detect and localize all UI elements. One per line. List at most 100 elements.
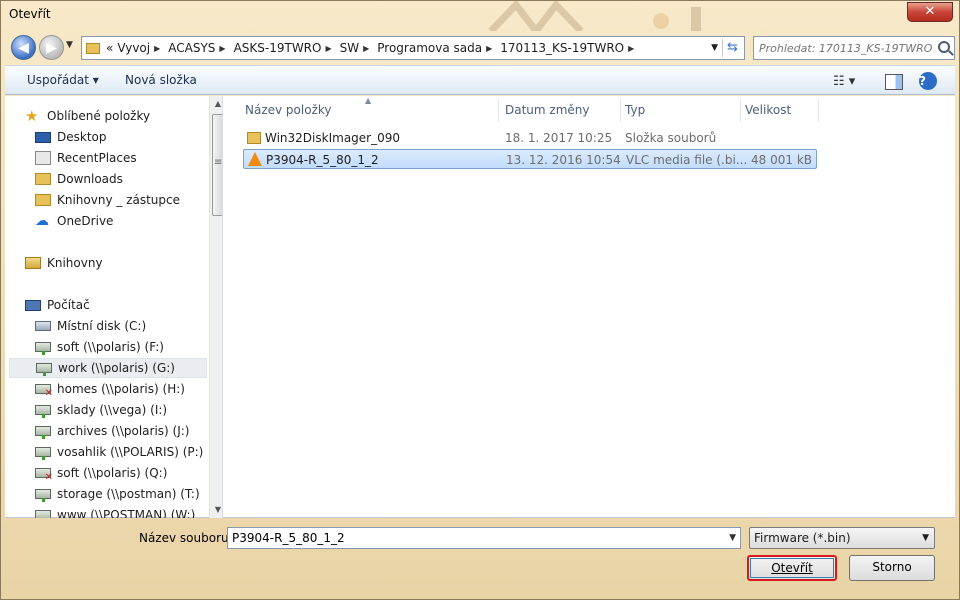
chevron-right-icon[interactable]: ▶ (363, 44, 369, 53)
refresh-icon: ⇆ (727, 40, 738, 55)
arrow-left-icon: ◀ (18, 39, 29, 56)
nav-drive-h[interactable]: homes (\\polaris) (H:) (35, 379, 222, 399)
search-input[interactable] (754, 37, 934, 59)
logo-watermark (488, 1, 701, 31)
computer-icon (25, 299, 41, 311)
breadcrumb-item[interactable]: Vyvoj (117, 41, 150, 55)
breadcrumb-overflow[interactable]: « (106, 41, 113, 55)
cancel-button[interactable]: Storno (849, 555, 935, 581)
disconnected-drive-icon (35, 468, 53, 483)
main-content: ★ Oblíbené položky Desktop RecentPlaces D… (5, 96, 955, 518)
scroll-down-icon[interactable]: ▼ (210, 502, 222, 518)
title-bar: Otevřít ✕ (1, 1, 959, 31)
network-drive-icon (36, 363, 52, 376)
column-size[interactable]: Velikost (741, 98, 819, 122)
arrow-right-icon: ▶ (46, 39, 57, 56)
file-row[interactable]: P3904-R_5_80_1_2 13. 12. 2016 10:54 VLC … (243, 149, 817, 169)
navigation-pane: ★ Oblíbené položky Desktop RecentPlaces D… (5, 96, 223, 518)
column-name[interactable]: ▲ Název položky (241, 96, 499, 122)
nav-label: Místní disk (C:) (57, 319, 147, 333)
file-type-select[interactable]: Firmware (*.bin) ▼ (749, 527, 935, 549)
nav-label: archives (\\polaris) (J:) (57, 424, 190, 438)
cloud-icon: ☁ (35, 213, 49, 229)
recent-places-icon (35, 151, 51, 165)
disconnected-drive-icon (35, 384, 53, 399)
chevron-right-icon[interactable]: ▶ (628, 44, 634, 53)
nav-drive-j[interactable]: archives (\\polaris) (J:) (35, 421, 222, 441)
dialog-footer: Název souboru: ▼ Firmware (*.bin) ▼ Otev… (5, 519, 955, 597)
forward-button[interactable]: ▶ (39, 35, 64, 60)
column-label: Velikost (745, 103, 792, 117)
help-icon[interactable]: ? (919, 72, 937, 90)
column-label: Typ (625, 103, 646, 117)
new-folder-button[interactable]: Nová složka (125, 73, 197, 87)
nav-label: Downloads (57, 172, 123, 186)
refresh-button[interactable]: ⇆ (722, 39, 742, 57)
organize-button[interactable]: Uspořádat ▾ (27, 73, 99, 87)
close-button[interactable]: ✕ (907, 2, 953, 22)
preview-pane-icon[interactable] (885, 74, 903, 90)
column-date[interactable]: Datum změny (501, 98, 621, 122)
nav-drive-g[interactable]: work (\\polaris) (G:) (9, 358, 207, 378)
file-row[interactable]: Win32DiskImager_090 18. 1. 2017 10:25 Sl… (243, 128, 817, 148)
nav-label: work (\\polaris) (G:) (58, 361, 175, 375)
vlc-icon (248, 152, 262, 166)
nav-favorites[interactable]: ★ Oblíbené položky (25, 106, 222, 126)
nav-drive-f[interactable]: soft (\\polaris) (F:) (35, 337, 222, 357)
nav-label: Knihovny (47, 256, 103, 270)
change-view-button[interactable]: ☷ ▾ (833, 71, 873, 91)
nav-label: homes (\\polaris) (H:) (57, 382, 185, 396)
nav-computer[interactable]: Počítač (25, 295, 222, 315)
chevron-right-icon[interactable]: ▶ (219, 44, 225, 53)
address-dropdown[interactable]: ▼ (711, 43, 718, 53)
nav-drive-i[interactable]: sklady (\\vega) (I:) (35, 400, 222, 420)
breadcrumb-item[interactable]: 170113_KS-19TWRO (500, 41, 624, 55)
nav-label: OneDrive (57, 214, 114, 228)
scroll-thumb[interactable] (212, 114, 222, 216)
nav-recentplaces[interactable]: RecentPlaces (35, 148, 222, 168)
desktop-icon (35, 131, 51, 143)
search-icon[interactable] (938, 41, 950, 53)
address-bar[interactable]: « Vyvoj ▶ ACASYS ▶ ASKS-19TWRO ▶ SW ▶ Progra… (81, 36, 745, 60)
chevron-right-icon[interactable]: ▶ (486, 44, 492, 53)
recent-locations-dropdown[interactable]: ▼ (66, 40, 73, 50)
nav-drive-w[interactable]: www (\\POSTMAN) (W:) (35, 505, 222, 518)
file-type: Složka souborů (625, 131, 717, 145)
breadcrumb-item[interactable]: ASKS-19TWRO (234, 41, 322, 55)
file-name: P3904-R_5_80_1_2 (266, 153, 379, 167)
back-button[interactable]: ◀ (11, 35, 36, 60)
filename-input[interactable] (228, 528, 718, 548)
nav-libraries-shortcut[interactable]: Knihovny _ zástupce (35, 190, 222, 210)
nav-label: soft (\\polaris) (Q:) (57, 466, 168, 480)
breadcrumb-item[interactable]: SW (340, 41, 359, 55)
command-bar: Uspořádat ▾ Nová složka ☷ ▾ ? (5, 65, 955, 95)
scroll-up-icon[interactable]: ▲ (210, 96, 222, 112)
chevron-down-icon[interactable]: ▼ (729, 533, 736, 543)
nav-label: www (\\POSTMAN) (W:) (57, 508, 196, 518)
nav-label: storage (\\postman) (T:) (57, 487, 200, 501)
nav-scrollbar[interactable]: ▲ ▼ (209, 96, 222, 518)
open-button[interactable]: Otevřít (747, 555, 837, 581)
nav-libraries[interactable]: Knihovny (25, 253, 222, 273)
network-drive-icon (35, 447, 51, 460)
hard-drive-icon (35, 321, 51, 331)
folder-icon (247, 132, 261, 144)
nav-drive-c[interactable]: Místní disk (C:) (35, 316, 222, 336)
nav-label: RecentPlaces (57, 151, 137, 165)
nav-drive-q[interactable]: soft (\\polaris) (Q:) (35, 463, 222, 483)
network-drive-icon (35, 426, 51, 439)
nav-drive-t[interactable]: storage (\\postman) (T:) (35, 484, 222, 504)
open-file-dialog: Otevřít ✕ ◀ ▶ ▼ « Vyvoj ▶ ACASYS ▶ ASKS-19… (0, 0, 960, 600)
breadcrumb-item[interactable]: Programova sada (377, 41, 482, 55)
nav-label: Oblíbené položky (47, 109, 151, 123)
nav-label: Počítač (47, 298, 90, 312)
chevron-right-icon[interactable]: ▶ (325, 44, 331, 53)
nav-drive-p[interactable]: vosahlik (\\POLARIS) (P:) (35, 442, 222, 462)
column-type[interactable]: Typ (621, 98, 741, 122)
nav-desktop[interactable]: Desktop (35, 127, 222, 147)
nav-downloads[interactable]: Downloads (35, 169, 222, 189)
chevron-right-icon[interactable]: ▶ (154, 44, 160, 53)
breadcrumb-item[interactable]: ACASYS (168, 41, 215, 55)
sort-ascending-icon: ▲ (365, 96, 372, 105)
nav-onedrive[interactable]: ☁ OneDrive (35, 211, 222, 231)
